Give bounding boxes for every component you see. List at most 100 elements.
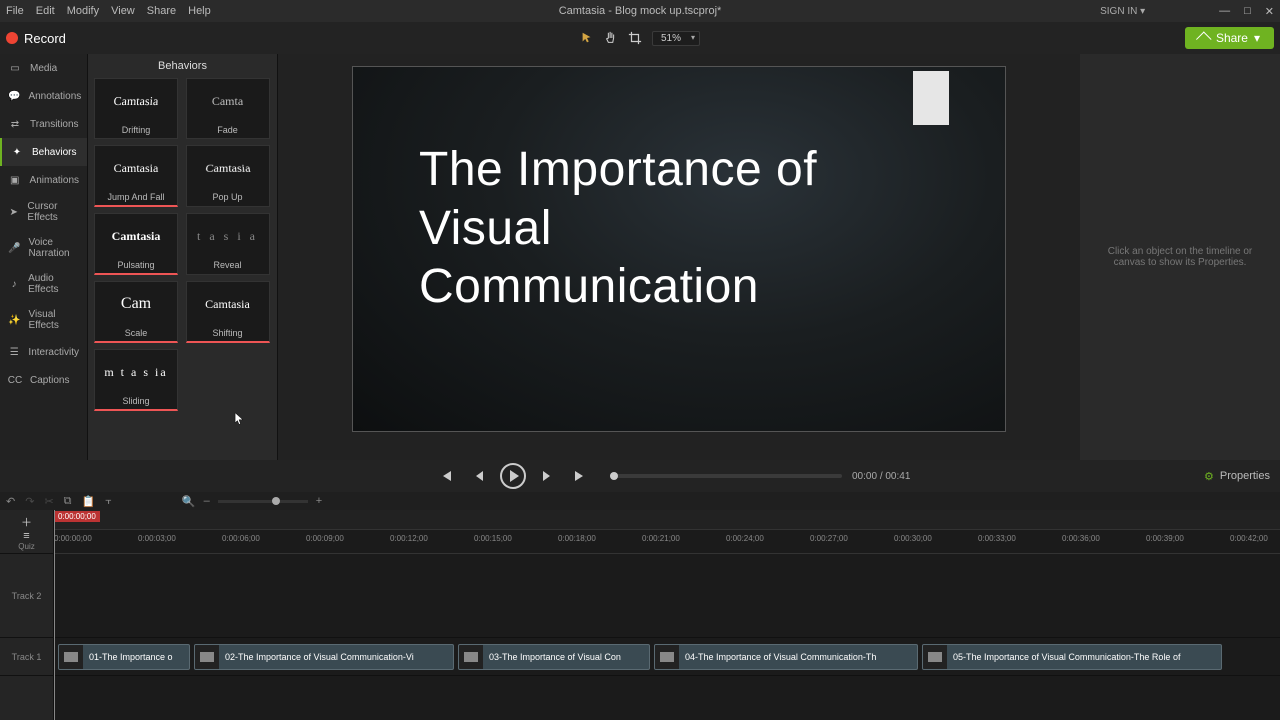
timeline-ruler-top[interactable]: 0:00:00;00: [54, 510, 1280, 530]
menu-file[interactable]: File: [6, 5, 24, 17]
play-icon: [510, 470, 519, 482]
record-icon: [6, 32, 18, 44]
play-button[interactable]: [500, 463, 526, 489]
sidebar-item-label: Interactivity: [28, 347, 79, 358]
behavior-pop-up[interactable]: CamtasiaPop Up: [186, 145, 270, 207]
timeline-clip[interactable]: 02-The Importance of Visual Communicatio…: [194, 644, 454, 670]
timeline-clip[interactable]: 05-The Importance of Visual Communicatio…: [922, 644, 1222, 670]
share-button[interactable]: Share ▾: [1185, 27, 1274, 49]
maximize-icon[interactable]: □: [1244, 5, 1251, 17]
sidebar-item-cursor-effects[interactable]: ➤Cursor Effects: [0, 194, 87, 230]
timeline-clip[interactable]: 04-The Importance of Visual Communicatio…: [654, 644, 918, 670]
canvas-title-text[interactable]: The Importance of Visual Communication: [419, 141, 885, 317]
behaviors-icon: ✦: [10, 145, 24, 159]
menu-modify[interactable]: Modify: [67, 5, 99, 17]
zoom-search-icon[interactable]: 🔍: [182, 495, 196, 508]
behavior-drifting[interactable]: CamtasiaDrifting: [94, 78, 178, 139]
playhead-flag[interactable]: 0:00:00;00: [54, 511, 100, 522]
sidebar-item-visual-effects[interactable]: ✨Visual Effects: [0, 302, 87, 338]
record-label: Record: [24, 31, 66, 46]
toolbar: Record 51% Share ▾: [0, 22, 1280, 54]
menu-bar: File Edit Modify View Share Help: [6, 5, 211, 17]
zoom-out-button[interactable]: –: [204, 495, 210, 507]
seek-bar[interactable]: [610, 474, 842, 478]
behavior-thumb: Camta: [187, 79, 269, 123]
track-1[interactable]: 01-The Importance o 02-The Importance of …: [54, 638, 1280, 676]
sidebar-item-interactivity[interactable]: ☰Interactivity: [0, 338, 87, 366]
timeline-clip[interactable]: 03-The Importance of Visual Con: [458, 644, 650, 670]
pointer-tool-icon[interactable]: [580, 31, 594, 45]
sidebar-item-transitions[interactable]: ⇄Transitions: [0, 110, 87, 138]
clip-label: 01-The Importance o: [83, 652, 179, 662]
properties-button[interactable]: Properties: [1204, 470, 1270, 483]
canvas-shape[interactable]: [913, 71, 949, 125]
behavior-jump-and-fall[interactable]: CamtasiaJump And Fall: [94, 145, 178, 207]
seek-handle[interactable]: [610, 472, 618, 480]
minimize-icon[interactable]: —: [1219, 5, 1230, 17]
behavior-pulsating[interactable]: CamtasiaPulsating: [94, 213, 178, 275]
timeline-ruler[interactable]: 0:00:00;000:00:03;000:00:06;000:00:09;00…: [54, 530, 1280, 554]
menu-help[interactable]: Help: [188, 5, 211, 17]
behavior-fade[interactable]: CamtaFade: [186, 78, 270, 139]
cut-button[interactable]: ✂: [44, 495, 53, 508]
next-marker-button[interactable]: [570, 466, 590, 486]
menu-share[interactable]: Share: [147, 5, 176, 17]
menu-edit[interactable]: Edit: [36, 5, 55, 17]
ruler-tick: 0:00:30;00: [894, 534, 932, 543]
sidebar-item-annotations[interactable]: 💬 Annotations: [0, 82, 87, 110]
sidebar-item-label: Annotations: [28, 91, 81, 102]
canvas-stage[interactable]: The Importance of Visual Communication: [352, 66, 1006, 432]
timeline-clip[interactable]: 01-The Importance o: [58, 644, 190, 670]
behavior-reveal[interactable]: t a s i aReveal: [186, 213, 270, 275]
behavior-shifting[interactable]: CamtasiaShifting: [186, 281, 270, 343]
track-options-button[interactable]: ≡: [23, 530, 29, 542]
sidebar-item-captions[interactable]: CCCaptions: [0, 366, 87, 394]
sidebar-item-behaviors[interactable]: ✦Behaviors: [0, 138, 87, 166]
ruler-tick: 0:00:21;00: [642, 534, 680, 543]
ruler-tick: 0:00:33;00: [978, 534, 1016, 543]
title-bar: File Edit Modify View Share Help Camtasi…: [0, 0, 1280, 22]
track-2[interactable]: [54, 554, 1280, 638]
visual-effects-icon: ✨: [8, 313, 20, 327]
sidebar-item-animations[interactable]: ▣Animations: [0, 166, 87, 194]
crop-tool-icon[interactable]: [628, 31, 642, 45]
signin-button[interactable]: SIGN IN ▾: [1100, 6, 1145, 17]
record-button[interactable]: Record: [6, 31, 66, 46]
behavior-sliding[interactable]: m t a s iaSliding: [94, 349, 178, 411]
sidebar-item-audio-effects[interactable]: ♪Audio Effects: [0, 266, 87, 302]
menu-view[interactable]: View: [111, 5, 135, 17]
split-button[interactable]: ⫟: [105, 495, 112, 508]
track-2-header[interactable]: Track 2: [0, 554, 53, 638]
timeline: ＋ ≡ Quiz Track 2 Track 1 0:00:00;00 0:00…: [0, 510, 1280, 720]
add-track-button[interactable]: ＋: [21, 514, 32, 530]
copy-button[interactable]: ⧉: [64, 495, 72, 508]
zoom-in-button[interactable]: +: [316, 495, 322, 507]
redo-button[interactable]: ↷: [25, 495, 34, 508]
track-1-header[interactable]: Track 1: [0, 638, 53, 676]
annotations-icon: 💬: [8, 89, 20, 103]
zoom-dropdown[interactable]: 51%: [652, 31, 700, 46]
ruler-tick: 0:00:24;00: [726, 534, 764, 543]
step-forward-button[interactable]: [538, 466, 558, 486]
playhead[interactable]: [54, 510, 55, 720]
gear-icon: [1204, 470, 1214, 483]
behavior-thumb: m t a s ia: [95, 350, 177, 394]
zoom-slider-handle[interactable]: [272, 497, 280, 505]
clip-label: 03-The Importance of Visual Con: [483, 652, 627, 662]
ruler-tick: 0:00:18;00: [558, 534, 596, 543]
close-icon[interactable]: ✕: [1265, 5, 1274, 18]
behavior-label: Jump And Fall: [95, 190, 177, 205]
zoom-slider[interactable]: [218, 500, 308, 503]
behavior-scale[interactable]: CamScale: [94, 281, 178, 343]
paste-button[interactable]: 📋: [82, 495, 96, 508]
prev-marker-button[interactable]: [436, 466, 456, 486]
behavior-label: Fade: [187, 123, 269, 138]
step-back-button[interactable]: [468, 466, 488, 486]
sidebar-item-media[interactable]: ▭Media: [0, 54, 87, 82]
behavior-label: Pulsating: [95, 258, 177, 273]
pan-tool-icon[interactable]: [604, 31, 618, 45]
timeline-toolbar: ↶ ↷ ✂ ⧉ 📋 ⫟ 🔍 – +: [0, 492, 1280, 510]
undo-button[interactable]: ↶: [6, 495, 15, 508]
sidebar-item-voice-narration[interactable]: 🎤Voice Narration: [0, 230, 87, 266]
canvas-area[interactable]: The Importance of Visual Communication: [278, 54, 1080, 460]
